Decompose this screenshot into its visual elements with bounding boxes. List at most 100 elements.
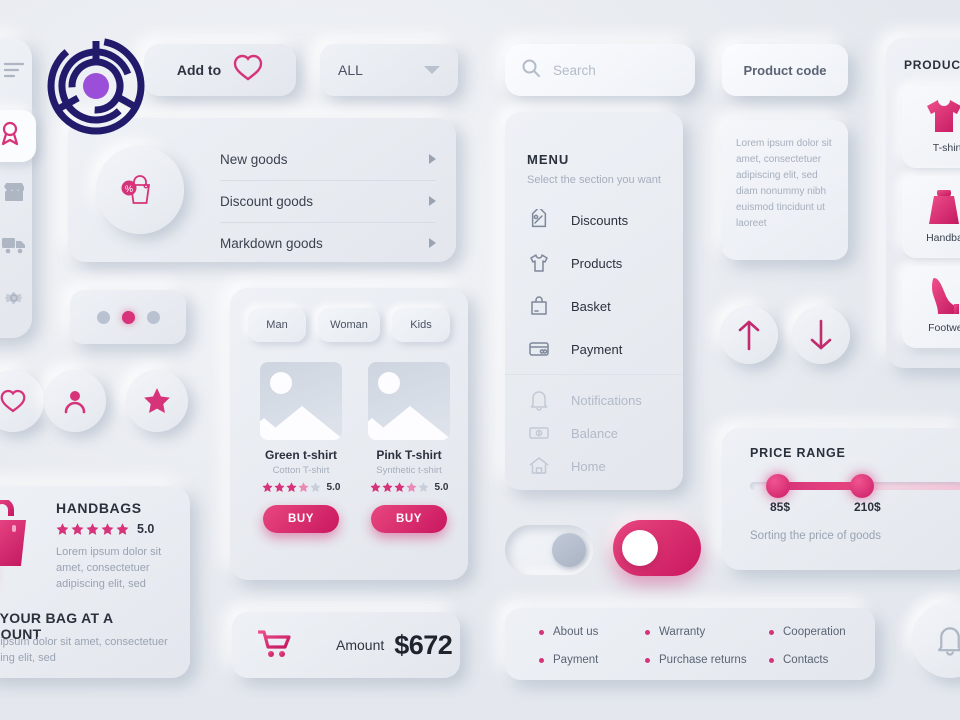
product-item[interactable]: Pink T-shirt Synthetic t-shirt 5.0 BUY — [358, 362, 460, 533]
product-rating: 5.0 — [358, 482, 460, 493]
goods-row-label: New goods — [220, 151, 288, 167]
pagination-dot-active[interactable] — [121, 310, 135, 324]
shopping-bag-icon — [527, 294, 551, 318]
heart-circle-button[interactable] — [0, 370, 44, 432]
footer-link-purchase-returns[interactable]: Purchase returns — [645, 654, 747, 666]
promo-subtext: Lorem ipsum dolor sit amet, consectetuer… — [0, 636, 168, 664]
user-circle-button[interactable] — [44, 370, 106, 432]
tab-kids[interactable]: Kids — [392, 308, 450, 342]
footer-link-about-us[interactable]: About us — [539, 626, 598, 638]
menu-item-home[interactable]: Home — [527, 450, 675, 482]
footer-link-warranty[interactable]: Warranty — [645, 626, 705, 638]
menu-item-balance[interactable]: Balance — [527, 417, 675, 449]
chevron-right-icon — [429, 154, 436, 164]
pagination-dots[interactable] — [70, 290, 186, 344]
heart-icon — [0, 389, 26, 413]
price-range-slider[interactable] — [750, 474, 960, 498]
chevron-down-icon — [424, 66, 440, 74]
menu-item-label: Discounts — [571, 212, 629, 228]
chevron-right-icon — [429, 196, 436, 206]
product-thumbnail — [260, 362, 342, 440]
product-rating-value: 5.0 — [434, 482, 449, 493]
menu-item-label: Balance — [571, 425, 618, 441]
lorem-text: Lorem ipsum dolor sit amet, consectetuer… — [736, 138, 832, 229]
menu-item-label: Payment — [571, 341, 623, 357]
search-field[interactable]: Search — [505, 44, 695, 96]
menu-divider — [505, 374, 683, 375]
menu-item-products[interactable]: Products — [527, 247, 675, 279]
gear-icon[interactable] — [0, 284, 28, 312]
footer-link-label: Payment — [553, 654, 599, 666]
footer-link-payment[interactable]: Payment — [539, 654, 598, 666]
discount-bag-icon: % — [96, 146, 184, 234]
price-range-handle-max[interactable] — [850, 474, 874, 498]
pagination-dot[interactable] — [96, 310, 110, 324]
product-name: Pink T-shirt — [376, 448, 442, 462]
toggle-off[interactable] — [505, 525, 593, 575]
buy-button[interactable]: BUY — [371, 505, 447, 533]
home-icon — [527, 454, 551, 478]
menu-item-label: Products — [571, 255, 623, 271]
pagination-dot[interactable] — [146, 310, 160, 324]
promo-description: Lorem ipsum dolor sit amet, consectetuer… — [56, 546, 162, 590]
banknote-icon — [527, 421, 551, 445]
menu-item-discounts[interactable]: Discounts — [527, 204, 675, 236]
tab-woman[interactable]: Woman — [318, 308, 380, 342]
tab-label: Woman — [330, 319, 368, 331]
toggle-knob[interactable] — [552, 533, 586, 567]
footer-link-label: Warranty — [659, 626, 706, 638]
heel-shoe-icon — [922, 274, 960, 318]
product-category-tshirts[interactable]: T-shirts — [902, 86, 960, 168]
shopping-cart-icon — [257, 630, 292, 660]
product-category-footwear[interactable]: Footwear — [902, 266, 960, 348]
add-to-favorites-label: Add to — [176, 62, 222, 78]
menu-list-icon[interactable] — [0, 56, 28, 84]
price-max-label: 210$ — [854, 500, 881, 514]
footer-link-label: About us — [553, 626, 599, 638]
price-range-subtitle: Sorting the price of goods — [750, 530, 882, 542]
product-category-handbags[interactable]: Handbags — [902, 176, 960, 258]
goods-row-new[interactable]: New goods — [220, 138, 436, 180]
menu-item-notifications[interactable]: Notifications — [527, 384, 675, 416]
menu-item-basket[interactable]: Basket — [527, 290, 675, 322]
svg-text:%: % — [125, 184, 133, 194]
cart-amount-bar: Amount $672 — [232, 612, 460, 678]
product-item[interactable]: Green t-shirt Cotton T-shirt 5.0 BUY — [250, 362, 352, 533]
tab-man[interactable]: Man — [248, 308, 306, 342]
products-side-panel: PRODUCTS T-shirts — [886, 38, 960, 368]
buy-button[interactable]: BUY — [263, 505, 339, 533]
bullet-icon — [539, 657, 544, 663]
toggle-knob[interactable] — [622, 530, 658, 566]
handbag-filled-icon — [922, 184, 960, 228]
filter-dropdown[interactable]: ALL — [320, 44, 458, 96]
sidebar-item-ribbon[interactable] — [0, 110, 36, 162]
promo-rating-stars: 5.0 — [56, 522, 154, 536]
toggle-on[interactable] — [613, 520, 701, 576]
left-sidebar — [0, 38, 36, 338]
footer-link-cooperation[interactable]: Cooperation — [769, 626, 846, 638]
add-to-favorites-button[interactable]: Add to — [144, 44, 296, 96]
product-name: Green t-shirt — [264, 448, 337, 462]
store-icon[interactable] — [0, 178, 28, 206]
menu-item-payment[interactable]: Payment — [527, 333, 675, 365]
goods-row-markdown[interactable]: Markdown goods — [220, 222, 436, 264]
footer-links-panel: About us Warranty Cooperation Payment Pu… — [505, 608, 875, 680]
price-min-label: 85$ — [770, 500, 791, 514]
arrow-down-button[interactable] — [792, 306, 850, 364]
product-code-button[interactable]: Product code — [722, 44, 848, 96]
handbag-filled-icon: % — [0, 498, 42, 572]
product-category-label: Handbags — [926, 232, 960, 244]
price-range-handle-min[interactable] — [766, 474, 790, 498]
menu-item-label: Home — [571, 458, 606, 474]
footer-link-contacts[interactable]: Contacts — [769, 654, 828, 666]
user-icon — [64, 391, 86, 414]
delivery-truck-icon[interactable] — [0, 230, 28, 258]
credit-card-icon — [527, 337, 551, 361]
arrow-up-button[interactable] — [720, 306, 778, 364]
menu-title: MENU — [527, 152, 570, 167]
star-circle-button[interactable] — [126, 370, 188, 432]
image-placeholder-sun — [270, 372, 292, 394]
goods-row-discount[interactable]: Discount goods — [220, 180, 436, 222]
notifications-bell-button[interactable] — [912, 602, 960, 678]
price-range-panel: PRICE RANGE 85$ 210$ Sorting the price o… — [722, 428, 960, 570]
